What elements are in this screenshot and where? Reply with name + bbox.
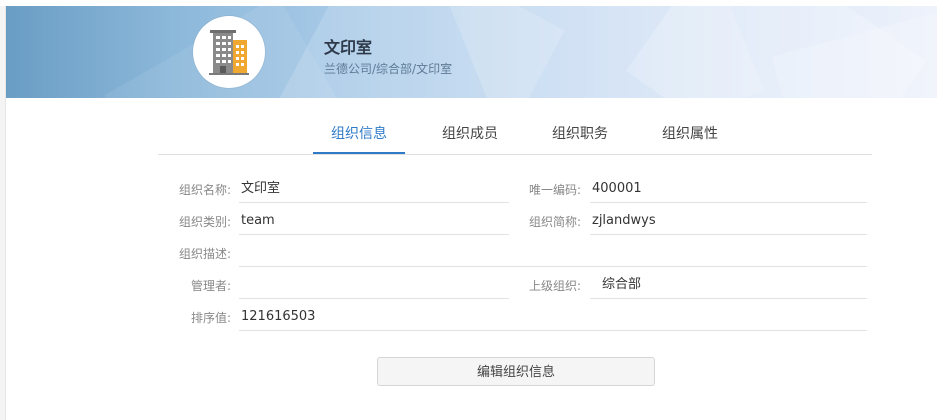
org-avatar [193, 16, 265, 88]
building-icon [209, 30, 249, 75]
org-name-field[interactable]: 文印室 [239, 179, 509, 203]
tab-org-attributes[interactable]: 组织属性 [658, 124, 722, 152]
tab-org-members[interactable]: 组织成员 [438, 124, 502, 152]
org-code-field[interactable]: 400001 [590, 179, 867, 203]
org-breadcrumb-path: 兰德公司/综合部/文印室 [324, 62, 453, 76]
org-manager-field[interactable] [239, 275, 509, 299]
org-description-label: 组织描述: [178, 247, 231, 261]
org-parent-field[interactable]: 综合部 [590, 275, 867, 299]
org-name-label: 组织名称: [178, 183, 231, 197]
edit-org-info-button[interactable]: 编辑组织信息 [377, 357, 655, 386]
tab-org-info[interactable]: 组织信息 [313, 124, 405, 154]
org-title: 文印室 [324, 38, 373, 57]
org-sort-field[interactable]: 121616503 [239, 307, 867, 331]
org-manager-label: 管理者: [190, 279, 231, 293]
org-short-name-label: 组织简称: [528, 215, 581, 229]
org-description-field[interactable] [239, 243, 867, 267]
org-short-name-field[interactable]: zjlandwys [590, 211, 867, 235]
org-parent-label: 上级组织: [528, 279, 581, 293]
org-header-banner: 文印室 兰德公司/综合部/文印室 [6, 6, 937, 98]
tab-org-positions[interactable]: 组织职务 [548, 124, 612, 152]
org-code-label: 唯一编码: [528, 183, 581, 197]
org-type-label: 组织类别: [178, 215, 231, 229]
org-tabs: 组织信息 组织成员 组织职务 组织属性 [158, 118, 872, 155]
org-sort-label: 排序值: [190, 311, 231, 325]
org-type-field[interactable]: team [239, 211, 509, 235]
